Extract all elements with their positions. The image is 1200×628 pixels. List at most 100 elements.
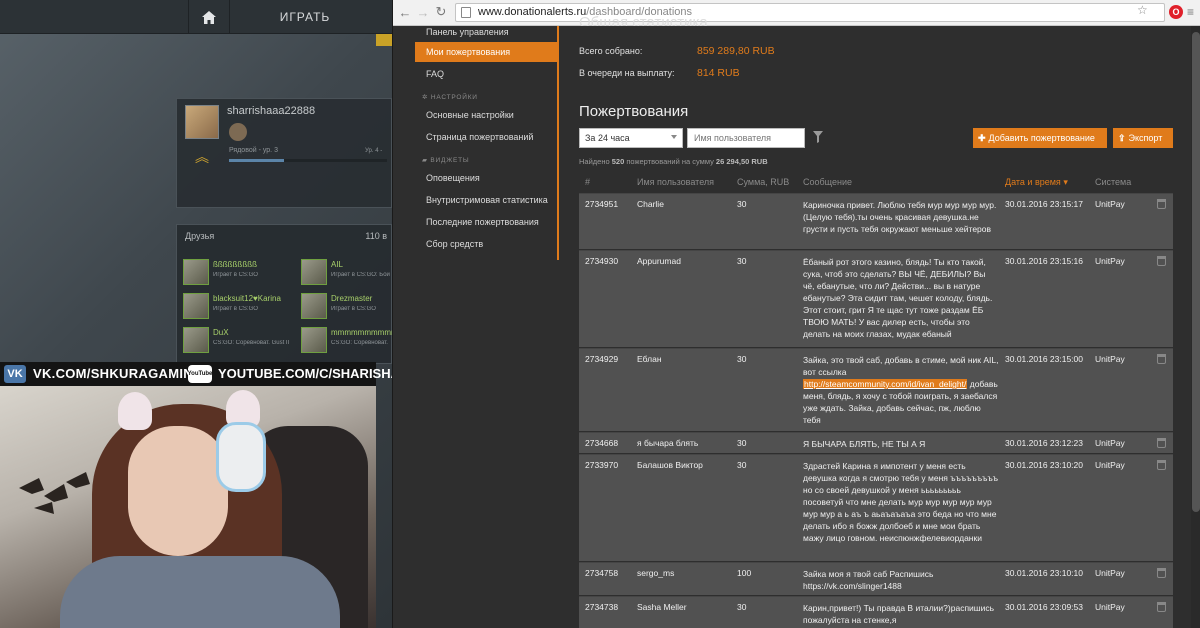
trash-icon[interactable]: [1157, 199, 1166, 209]
gear-icon: ✲: [422, 94, 431, 101]
table-row[interactable]: 2734929 Еблан 30 Зайка, это твой саб, добав…: [579, 348, 1173, 431]
sidebar-item-last-donations[interactable]: Последние пожертвования: [415, 212, 557, 232]
screen: ИГРАТЬ sharrishaaa22888 ︽ Рядовой - ур. …: [0, 0, 1200, 628]
total-label: Всего собрано:: [579, 46, 643, 56]
trash-icon[interactable]: [1157, 568, 1166, 578]
sort-arrow-icon: ▾: [1063, 177, 1068, 187]
row-system: UnitPay: [1095, 256, 1125, 266]
friend-item[interactable]: blacksuit12♥Karina Играет в CS:GO: [183, 293, 293, 321]
col-user[interactable]: Имя пользователя: [637, 177, 714, 187]
add-donation-button[interactable]: ✚ Добавить пожертвование: [973, 128, 1107, 148]
vk-icon: VK: [4, 365, 26, 383]
game-topbar: ИГРАТЬ: [0, 0, 392, 34]
opera-icon[interactable]: O: [1169, 5, 1183, 19]
table-header: # Имя пользователя Сумма, RUB Сообщение …: [579, 174, 1173, 190]
row-system: UnitPay: [1095, 568, 1125, 578]
row-amount: 30: [737, 256, 747, 266]
row-message: Зайка, это твой саб, добавь в стиме, мой…: [803, 354, 999, 426]
friend-status: Играет в CS:GO: Бой: [331, 272, 390, 278]
chevron-down-icon: [671, 135, 677, 139]
profile-level: Ур. 4 -: [365, 148, 383, 154]
profile-card: sharrishaaa22888 ︽ Рядовой - ур. 3 Ур. 4…: [176, 98, 392, 208]
reload-icon[interactable]: ↻: [433, 4, 449, 20]
friend-avatar: [301, 293, 327, 319]
sidebar-item-faq[interactable]: FAQ: [415, 64, 557, 84]
friend-name: AIL: [331, 260, 344, 269]
address-bar[interactable]: www.donationalerts.ru/dashboard/donation…: [455, 3, 1165, 22]
friend-item[interactable]: Drezmaster Играет в CS:GO: [301, 293, 392, 321]
row-id: 2733970: [585, 460, 619, 470]
trash-icon[interactable]: [1157, 354, 1166, 364]
scrollbar[interactable]: [1191, 26, 1200, 628]
trash-icon[interactable]: [1157, 256, 1166, 266]
sidebar-item-stream-stats[interactable]: Внутристримовая статистика: [415, 190, 557, 210]
col-id[interactable]: #: [585, 177, 590, 187]
streamer-shirt: [60, 556, 340, 628]
table-row[interactable]: 2734668 я бычара блять 30 Я БЫЧАРА БЛЯТЬ, Н…: [579, 432, 1173, 453]
col-message[interactable]: Сообщение: [803, 177, 852, 187]
friend-name: mmmmmmmmmm: [331, 328, 392, 337]
row-id: 2734738: [585, 602, 619, 612]
sidebar-item-main-settings[interactable]: Основные настройки: [415, 105, 557, 125]
table-row[interactable]: 2734758 sergo_ms 100 Зайка моя я твой саб Р…: [579, 562, 1173, 595]
col-system[interactable]: Система: [1095, 177, 1131, 187]
col-amount[interactable]: Сумма, RUB: [737, 177, 789, 187]
row-date: 30.01.2016 23:10:20: [1005, 460, 1083, 470]
table-row[interactable]: 2734951 Charlie 30 Кариночка привет. Люблю …: [579, 193, 1173, 249]
export-label: Экспорт: [1128, 133, 1163, 143]
avatar[interactable]: [185, 105, 219, 139]
friend-item[interactable]: mmmmmmmmmm CS:GO: Соревноват.: [301, 327, 392, 355]
home-button[interactable]: [188, 0, 230, 34]
row-id: 2734758: [585, 568, 619, 578]
table-row[interactable]: 2734930 Appurumad 30 Ёбаный рот этого казин…: [579, 250, 1173, 347]
trash-icon[interactable]: [1157, 460, 1166, 470]
trash-icon[interactable]: [1157, 602, 1166, 612]
home-icon: [202, 10, 216, 24]
row-user: sergo_ms: [637, 568, 675, 578]
sidebar-item-fundraising[interactable]: Сбор средств: [415, 234, 557, 254]
cat-ear-left: [118, 392, 152, 430]
row-message-link[interactable]: http://steamcommunity.com/id/ivan_deligh…: [803, 379, 968, 389]
friends-panel: Друзья 110 в ßßßßßßßßß Играет в CS:GO AIL И…: [176, 224, 392, 364]
friend-status: Играет в CS:GO: [213, 306, 258, 312]
friend-status: CS:GO: Соревноват.: [331, 340, 388, 346]
forward-icon[interactable]: →: [415, 4, 431, 20]
filter-icon[interactable]: [813, 131, 823, 143]
headset: [216, 422, 266, 492]
play-button[interactable]: ИГРАТЬ: [232, 0, 378, 34]
trash-icon[interactable]: [1157, 438, 1166, 448]
export-button[interactable]: ⇪ Экспорт: [1113, 128, 1173, 148]
row-user: Charlie: [637, 199, 664, 209]
sidebar-item-alerts[interactable]: Оповещения: [415, 168, 557, 188]
youtube-link-text: YOUTUBE.COM/C/SHARISHAXD: [218, 366, 392, 381]
menu-icon[interactable]: ≡: [1187, 5, 1194, 19]
row-system: UnitPay: [1095, 199, 1125, 209]
scrollbar-thumb[interactable]: [1192, 32, 1200, 512]
friend-item[interactable]: ßßßßßßßßß Играет в CS:GO: [183, 259, 293, 287]
found-mid: пожертвований на сумму: [626, 157, 714, 166]
row-system: UnitPay: [1095, 460, 1125, 470]
sidebar-item-dashboard[interactable]: Панель управления: [415, 22, 557, 42]
username-filter-input[interactable]: [687, 128, 805, 148]
table-row[interactable]: 2734738 Sasha Meller 30 Карин,привет!) Ты п…: [579, 596, 1173, 628]
row-message: Кариночка привет. Люблю тебя мур мур мур…: [803, 200, 997, 234]
friend-item[interactable]: AIL Играет в CS:GO: Бой: [301, 259, 392, 287]
table-row[interactable]: 2733970 Балашов Виктор 30 Здрастей Карина я…: [579, 454, 1173, 561]
friend-name: blacksuit12♥Karina: [213, 294, 281, 303]
stats-title: Общая статистика: [579, 14, 708, 26]
friend-avatar: [183, 259, 209, 285]
friend-avatar: [301, 327, 327, 353]
back-icon[interactable]: ←: [397, 4, 413, 20]
period-select[interactable]: За 24 часа: [579, 128, 683, 148]
friend-avatar: [301, 259, 327, 285]
row-message-text: Зайка, это твой саб, добавь в стиме, мой…: [803, 355, 999, 377]
col-date[interactable]: Дата и время ▾: [1005, 177, 1068, 188]
row-message: Карин,привет!) Ты правда В италии?)распи…: [803, 603, 995, 625]
streamer-face: [128, 426, 228, 556]
sidebar-item-donation-page[interactable]: Страница пожертвований: [415, 127, 557, 147]
widgets-heading-label: ВИДЖЕТЫ: [430, 157, 470, 164]
friend-item[interactable]: DuX CS:GO: Соревноват. Gust II: [183, 327, 293, 355]
star-icon[interactable]: ☆: [1137, 3, 1148, 17]
sidebar-item-my-donations[interactable]: Мои пожертвования: [415, 42, 557, 62]
xp-bar-fill: [229, 159, 285, 162]
